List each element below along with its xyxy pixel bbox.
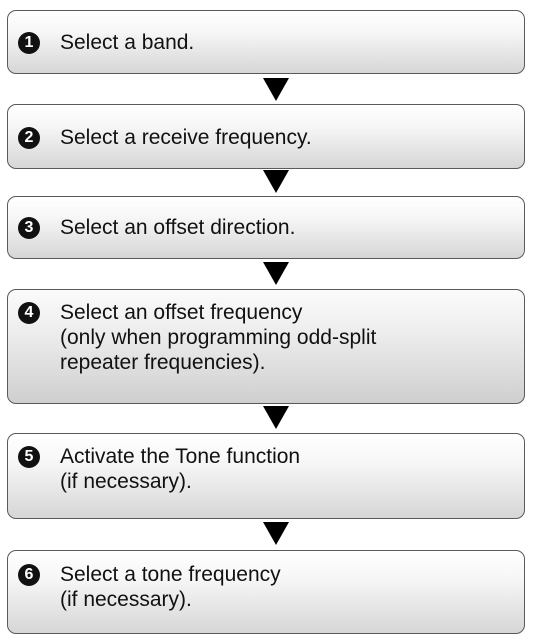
step-4-text: Select an offset frequency (only when pr… — [60, 301, 377, 374]
arrow-down-icon-3 — [263, 262, 289, 285]
step-1-box: 1 Select a band. — [7, 10, 525, 74]
step-6-number-badge: 6 — [18, 564, 40, 586]
arrow-down-icon-5 — [263, 522, 289, 545]
step-2-number-badge: 2 — [18, 127, 40, 149]
step-1-number-badge: 1 — [18, 32, 40, 54]
step-4-number-badge: 4 — [18, 302, 40, 324]
step-1-text: Select a band. — [60, 31, 195, 54]
step-5-box: 5 Activate the Tone function (if necessa… — [7, 433, 525, 519]
step-5-number-badge: 5 — [18, 446, 40, 468]
step-3-box: 3 Select an offset direction. — [7, 196, 525, 259]
step-3-text: Select an offset direction. — [60, 216, 296, 239]
arrow-down-icon-2 — [263, 170, 289, 193]
step-6-box: 6 Select a tone frequency (if necessary)… — [7, 550, 525, 634]
step-3-number-badge: 3 — [18, 217, 40, 239]
step-4-box: 4 Select an offset frequency (only when … — [7, 289, 525, 404]
step-6-text: Select a tone frequency (if necessary). — [60, 563, 281, 611]
arrow-down-icon-1 — [263, 78, 289, 101]
step-2-box: 2 Select a receive frequency. — [7, 104, 525, 169]
step-5-text: Activate the Tone function (if necessary… — [60, 445, 301, 493]
step-2-text: Select a receive frequency. — [60, 126, 312, 149]
arrow-down-icon-4 — [263, 406, 289, 429]
